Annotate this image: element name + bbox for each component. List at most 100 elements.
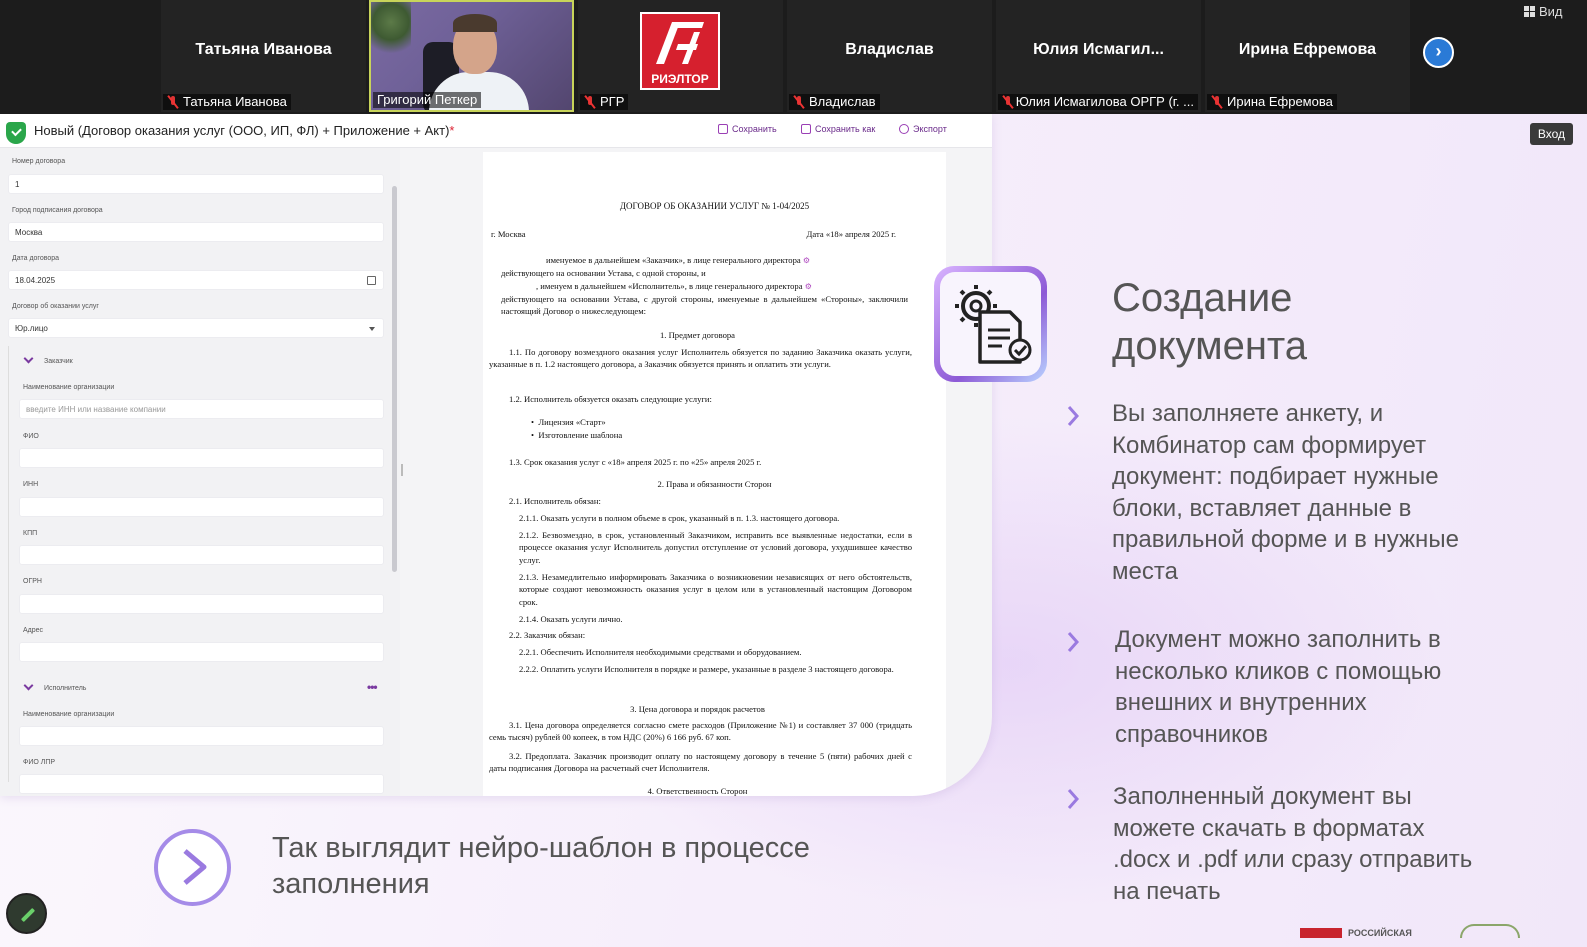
shield-icon <box>6 122 26 144</box>
doc-list-item: • Лицензия «Старт» <box>531 417 606 427</box>
section-title: Заказчик <box>44 358 73 365</box>
export-icon <box>899 124 909 134</box>
doc-date: Дата «18» апреля 2025 г. <box>806 229 896 239</box>
app-screenshot: Новый (Договор оказания услуг (ООО, ИП, … <box>0 114 992 796</box>
app-titlebar: Новый (Договор оказания услуг (ООО, ИП, … <box>0 114 992 148</box>
doc-paragraph: 2.1. Исполнитель обязан: <box>509 496 601 506</box>
doc-paragraph: 2.2.2. Оплатить услуги Исполнителя в пор… <box>519 664 894 674</box>
doc-paragraph: 2.1.1. Оказать услуги в полном объеме в … <box>519 513 840 523</box>
doc-heading: 1. Предмет договора <box>659 330 735 340</box>
field-label: Дата договора <box>12 255 60 262</box>
doc-paragraph: 3.1. Цена договора определяется согласно… <box>489 720 912 743</box>
export-button[interactable]: Экспорт <box>899 124 947 134</box>
participant-name: Ирина Ефремова <box>1238 41 1377 58</box>
bullet-arrow-icon <box>1067 789 1080 809</box>
ogrn-input[interactable] <box>19 594 384 614</box>
inn-input[interactable] <box>19 497 384 517</box>
participant-tile[interactable]: Владислав Владислав <box>787 0 992 112</box>
doc-paragraph: 2.1.3. Незамедлительно информировать Зак… <box>519 572 912 607</box>
participant-name: Юлия Исмагил... <box>1033 41 1164 58</box>
doc-list-item: • Изготовление шаблона <box>531 430 623 440</box>
mic-off-icon <box>1211 95 1223 109</box>
field-label: Номер договора <box>12 158 66 165</box>
participant-label: Григорий Петкер <box>373 92 482 108</box>
brand-logo: РОССИЙСКАЯ <box>1300 928 1412 938</box>
screen: Татьяна Иванова Татьяна Иванова Григорий… <box>0 0 1587 947</box>
field-label: ИНН <box>23 481 39 488</box>
next-participants-button[interactable]: › <box>1423 37 1454 68</box>
resize-handle[interactable] <box>401 464 403 476</box>
calendar-icon[interactable] <box>367 276 376 285</box>
field-label: ФИО <box>23 433 39 440</box>
field-label: Город подписания договора <box>12 207 103 214</box>
document-gear-icon <box>955 285 1032 364</box>
background-plant <box>371 2 411 62</box>
doc-heading: 2. Права и обязанности Сторон <box>657 479 772 489</box>
document-title: Новый (Договор оказания услуг (ООО, ИП, … <box>34 123 455 138</box>
document-preview: ДОГОВОР ОБ ОКАЗАНИИ УСЛУГ № 1-04/2025 г.… <box>483 152 946 796</box>
realtor-logo-icon <box>656 22 704 64</box>
participant-label: Ирина Ефремова <box>1207 94 1337 110</box>
participant-video-tile[interactable]: Григорий Петкер <box>369 0 574 112</box>
address-input[interactable] <box>19 642 384 662</box>
bullet-text: Документ можно заполнить в несколько кли… <box>1115 626 1442 748</box>
participant-label: Татьяна Иванова <box>163 94 291 110</box>
save-icon <box>718 124 728 134</box>
participant-tile[interactable]: Ирина Ефремова Ирина Ефремова <box>1205 0 1410 112</box>
brand-emblem-icon <box>1460 924 1520 938</box>
city-input[interactable]: Москва <box>8 222 384 242</box>
save-as-icon <box>801 124 811 134</box>
view-button[interactable]: Вид <box>1524 4 1563 19</box>
fio-input[interactable] <box>19 448 384 468</box>
participant-tile[interactable]: Юлия Исмагил... Юлия Исмагилова ОРГР (г.… <box>996 0 1201 112</box>
bullet-arrow-icon <box>1067 406 1080 426</box>
org-name-input[interactable]: введите ИНН или название компании <box>19 399 384 419</box>
doc-paragraph: 2.2.1. Обеспечить Исполнителя необходимы… <box>519 647 802 657</box>
settings-icon[interactable]: ⚙ <box>805 282 812 291</box>
doc-heading: 4. Ответственность Сторон <box>647 786 748 796</box>
mic-off-icon <box>793 95 805 109</box>
save-as-button[interactable]: Сохранить как <box>801 124 875 134</box>
mic-off-icon <box>167 95 179 109</box>
participant-tile[interactable]: Татьяна Иванова Татьяна Иванова <box>161 0 366 112</box>
participant-name: Татьяна Иванова <box>195 41 332 58</box>
field-label: ФИО ЛПР <box>23 759 56 766</box>
bullet-text: Заполненный документ вы можете скачать в… <box>1113 783 1473 905</box>
settings-icon[interactable]: ⚙ <box>803 256 810 265</box>
doc-paragraph: 1.1. По договору возмездного оказания ус… <box>489 347 912 370</box>
document-settings-card <box>934 266 1047 382</box>
grid-icon <box>1524 6 1535 17</box>
logo-text: РИЭЛТОР <box>651 72 709 86</box>
field-label: ОГРН <box>23 578 42 585</box>
slide-caption: Так выглядит нейро-шаблон в процессе зап… <box>272 832 810 900</box>
kpp-input[interactable] <box>19 545 384 565</box>
section-title: Исполнитель <box>44 685 87 692</box>
panel-title: Создание документа <box>1112 276 1308 368</box>
mic-off-icon <box>584 95 596 109</box>
form-scrollbar[interactable] <box>392 186 397 572</box>
login-button[interactable]: Вход <box>1529 123 1573 145</box>
participant-strip: Татьяна Иванова Татьяна Иванова Григорий… <box>0 0 1587 114</box>
form-panel: Номер договора 1 Город подписания догово… <box>0 148 400 796</box>
annotate-pencil-button[interactable] <box>6 893 47 934</box>
doc-paragraph: 2.2. Заказчик обязан: <box>509 630 586 640</box>
date-input[interactable]: 18.04.2025 <box>8 270 384 290</box>
doc-paragraph: 2.1.2. Безвозмездно, в срок, установленн… <box>519 530 912 565</box>
contract-number-input[interactable]: 1 <box>8 174 384 194</box>
executor-org-input[interactable] <box>19 726 384 746</box>
participant-tile[interactable]: РИЭЛТОР РГР <box>578 0 783 112</box>
doc-paragraph: именуемое в дальнейшем «Заказчик», в лиц… <box>501 255 811 278</box>
save-button[interactable]: Сохранить <box>718 124 777 134</box>
participant-name: Владислав <box>845 41 934 58</box>
executor-fio-input[interactable] <box>19 774 384 794</box>
participant-label: Владислав <box>789 94 880 110</box>
contract-type-select[interactable]: Юр.лицо <box>8 318 384 338</box>
video-hair <box>453 14 497 32</box>
doc-heading: 3. Цена договора и порядок расчетов <box>630 704 765 714</box>
play-circle <box>154 829 231 906</box>
field-label: Наименование организации <box>23 384 115 391</box>
more-options-icon[interactable]: ••• <box>367 680 378 694</box>
rgr-logo: РИЭЛТОР <box>640 12 720 90</box>
bullet-arrow-icon <box>1067 632 1080 652</box>
doc-title: ДОГОВОР ОБ ОКАЗАНИИ УСЛУГ № 1-04/2025 <box>619 201 810 211</box>
